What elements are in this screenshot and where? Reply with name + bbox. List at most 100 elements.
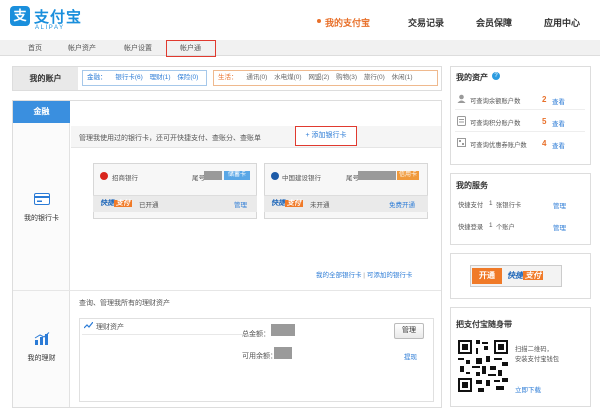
- nav-my-alipay[interactable]: 我的支付宝: [325, 16, 370, 29]
- quick-pay-logo: 快捷 支付: [505, 268, 558, 284]
- scan-qr-text: 扫描二维码，: [515, 346, 553, 353]
- card-manage-link[interactable]: 管理: [234, 199, 247, 209]
- nav-app-center[interactable]: 应用中心: [544, 16, 580, 29]
- subnav-account-assets[interactable]: 帐户资产: [68, 43, 96, 53]
- nav-active-dot-icon: [317, 19, 321, 23]
- finance-bank-cards-link[interactable]: 银行卡(6): [115, 74, 142, 81]
- points-icon: [457, 116, 466, 126]
- finance-title: 金融：: [87, 74, 107, 81]
- card-open-link[interactable]: 免费开通: [389, 199, 415, 209]
- life-network-link[interactable]: 网盟(2): [308, 74, 329, 81]
- all-bank-cards-link[interactable]: 我的全部银行卡: [316, 272, 362, 279]
- coupon-icon: [457, 138, 466, 147]
- service-manage-link[interactable]: 管理: [553, 200, 566, 210]
- my-bank-cards-label[interactable]: 我的银行卡: [13, 213, 70, 223]
- my-wealth-label[interactable]: 我的理财: [13, 353, 70, 363]
- asset-row-view-link[interactable]: 查看: [552, 140, 565, 150]
- subnav-account-settings[interactable]: 帐户设置: [124, 43, 152, 53]
- install-wallet-text: 安装支付宝钱包: [515, 356, 560, 363]
- life-travel-link[interactable]: 旅行(0): [364, 74, 385, 81]
- finance-side-column: [13, 123, 70, 407]
- card-type-tag: 储蓄卡: [224, 171, 250, 180]
- service-unit: 张银行卡: [496, 202, 522, 209]
- card-status: 已开通: [139, 202, 159, 209]
- asset-row-view-link[interactable]: 查看: [552, 118, 565, 128]
- asset-row-text: 可查询余额账户数: [470, 98, 521, 105]
- subnav-home[interactable]: 首页: [28, 43, 42, 53]
- finance-tab[interactable]: 金融: [13, 101, 70, 123]
- wealth-manage-button[interactable]: 管理: [394, 323, 424, 339]
- quick-pay-logo: 快捷 支付: [100, 198, 132, 208]
- bank-section-description: 管理我使用过的银行卡，还可开快捷支付、查账分、查账单: [79, 135, 261, 142]
- pay-text: 支付: [285, 200, 303, 207]
- card-type-tag: 信用卡: [397, 171, 419, 180]
- total-amount-label: 总金额：: [242, 331, 270, 338]
- account-label: 我的账户: [13, 67, 78, 90]
- life-leisure-link[interactable]: 休闲(1): [392, 74, 413, 81]
- bank-card-icon: [34, 193, 50, 205]
- wealth-title: 理财资产: [96, 324, 124, 331]
- asset-row-count: 4: [542, 139, 547, 148]
- card-status: 未开通: [310, 202, 330, 209]
- nav-member-protection[interactable]: 会员保障: [476, 16, 512, 29]
- wealth-section-description: 查询、管理我所有的理财资产: [79, 300, 170, 307]
- ccb-logo-icon: [271, 172, 279, 180]
- life-telecom-link[interactable]: 通讯(0): [246, 74, 267, 81]
- quick-text: 快捷: [271, 200, 285, 207]
- service-unit: 个账户: [496, 224, 515, 231]
- card-tail-redacted: [358, 171, 396, 180]
- asset-row-view-link[interactable]: 查看: [552, 96, 565, 106]
- life-title: 生活：: [218, 74, 238, 81]
- bank-footer-links: 我的全部银行卡 | 可添加的银行卡: [316, 269, 412, 279]
- row-divider: [455, 131, 585, 132]
- download-now-link[interactable]: 立即下载: [515, 384, 541, 394]
- life-category: 生活： 通讯(0) 水电煤(0) 网盟(2) 购物(3) 旅行(0) 休闲(1): [213, 70, 438, 86]
- quick-pay-logo: 快捷 支付: [271, 198, 303, 208]
- quick-text: 快捷: [507, 271, 523, 280]
- finance-insurance-link[interactable]: 保险(0): [177, 74, 198, 81]
- row-divider: [455, 109, 585, 110]
- my-services-title: 我的服务: [456, 181, 488, 190]
- life-shopping-link[interactable]: 购物(3): [336, 74, 357, 81]
- total-amount-redacted: [271, 324, 295, 336]
- cmb-logo-icon: [100, 172, 108, 180]
- card-tail-redacted: [204, 171, 222, 180]
- user-icon: [457, 94, 466, 103]
- finance-wealth-link[interactable]: 理财(1): [150, 74, 171, 81]
- wealth-chart-icon: [34, 332, 50, 345]
- mobile-app-title: 把支付宝随身带: [456, 320, 512, 329]
- open-quick-pay-label: 开通: [472, 268, 502, 284]
- card-bank-name: 中国建设银行: [282, 175, 321, 182]
- service-name: 快捷支付: [458, 202, 484, 209]
- life-utilities-link[interactable]: 水电煤(0): [274, 74, 301, 81]
- wealth-title-divider: [82, 334, 257, 335]
- wealth-trend-icon: [84, 322, 93, 329]
- my-assets-title: 我的资产: [456, 73, 488, 82]
- nav-transactions[interactable]: 交易记录: [408, 16, 444, 29]
- asset-row-text: 可查询积分账户数: [470, 120, 521, 127]
- service-manage-link[interactable]: 管理: [553, 222, 566, 232]
- add-bank-card-button[interactable]: + 添加银行卡: [295, 126, 357, 146]
- service-count: 1: [489, 200, 493, 207]
- service-count: 1: [489, 222, 493, 229]
- quick-text: 快捷: [100, 200, 114, 207]
- qr-code-icon: [458, 340, 508, 392]
- help-icon[interactable]: ?: [492, 72, 500, 80]
- alipay-logo-text: 支付宝: [34, 9, 83, 26]
- available-balance-label: 可用余额：: [242, 353, 277, 360]
- available-balance-redacted: [274, 347, 292, 359]
- pay-text: 支付: [114, 200, 132, 207]
- asset-row-text: 可查询优惠券账户数: [470, 142, 527, 149]
- alipay-logo-icon[interactable]: 支: [10, 6, 30, 26]
- section-divider: [13, 290, 441, 291]
- asset-row-count: 5: [542, 117, 547, 126]
- asset-row-count: 2: [542, 95, 547, 104]
- finance-category: 金融： 银行卡(6) 理财(1) 保险(0): [82, 70, 207, 86]
- alipay-logo-en: ALIPAY: [35, 25, 65, 31]
- card-bank-name: 招商银行: [112, 175, 138, 182]
- withdraw-link[interactable]: 提现: [404, 351, 417, 361]
- service-name: 快捷登录: [458, 224, 484, 231]
- addable-bank-cards-link[interactable]: 可添加的银行卡: [367, 272, 413, 279]
- pay-text: 支付: [523, 271, 543, 280]
- subnav-account-pass[interactable]: 帐户通: [180, 43, 201, 53]
